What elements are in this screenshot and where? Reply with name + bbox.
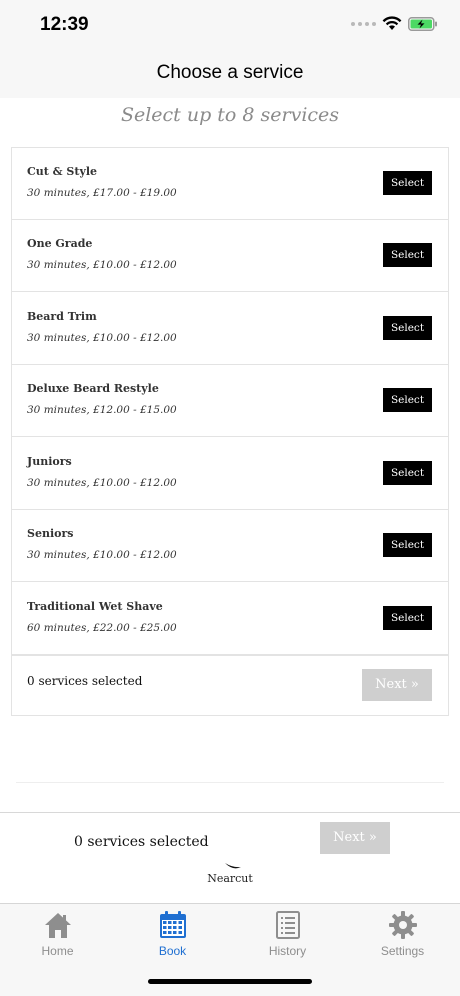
status-icons (351, 16, 438, 31)
tab-label: Book (158, 944, 187, 958)
home-icon (44, 913, 71, 938)
divider (16, 782, 444, 783)
select-service-button[interactable]: Select (383, 171, 432, 195)
next-button[interactable]: Next » (320, 822, 390, 854)
battery-charging-icon (408, 16, 437, 31)
tab-label: Settings (380, 944, 425, 958)
tab-label: Home (41, 944, 74, 958)
gear-icon (388, 911, 417, 939)
selection-summary: 0 services selected Next » (12, 655, 448, 715)
service-name: Deluxe Beard Restyle (27, 382, 159, 395)
tab-history[interactable]: History (230, 910, 345, 966)
home-indicator (148, 979, 312, 984)
next-button[interactable]: Next » (362, 669, 432, 701)
service-name: Seniors (27, 527, 74, 540)
history-list-icon (275, 911, 300, 939)
wifi-icon (382, 16, 402, 30)
service-name: Traditional Wet Shave (27, 600, 163, 613)
service-duration-price: 30 minutes, £12.00 - £15.00 (27, 404, 177, 416)
page-title: Choose a service (156, 62, 304, 83)
select-service-button[interactable]: Select (383, 461, 432, 485)
service-item-seniors: Seniors 30 minutes, £10.00 - £12.00 Sele… (12, 510, 448, 582)
brand-name: Nearcut (207, 872, 253, 885)
service-name: Cut & Style (27, 165, 98, 178)
service-duration-price: 60 minutes, £22.00 - £25.00 (27, 622, 177, 634)
selected-count: 0 services selected (74, 834, 209, 850)
service-item-cut-and-style: Cut & Style 30 minutes, £17.00 - £19.00 … (12, 148, 448, 220)
service-item-juniors: Juniors 30 minutes, £10.00 - £12.00 Sele… (12, 438, 448, 510)
navigation-bar: Choose a service (0, 50, 460, 98)
status-bar: 12:39 (0, 0, 460, 50)
selected-count: 0 services selected (27, 674, 143, 688)
brand-logo-icon (225, 863, 241, 869)
service-duration-price: 30 minutes, £10.00 - £12.00 (27, 259, 177, 271)
calendar-icon (159, 911, 186, 938)
services-list: Cut & Style 30 minutes, £17.00 - £19.00 … (11, 147, 449, 716)
tab-home[interactable]: Home (0, 910, 115, 966)
service-name: One Grade (27, 237, 93, 250)
service-duration-price: 30 minutes, £17.00 - £19.00 (27, 187, 177, 199)
cellular-dots-icon (351, 21, 376, 26)
select-service-button[interactable]: Select (383, 243, 432, 267)
service-limit-hint: Select up to 8 services (120, 104, 340, 126)
select-service-button[interactable]: Select (383, 316, 432, 340)
service-name: Beard Trim (27, 310, 97, 323)
tab-settings[interactable]: Settings (345, 910, 460, 966)
service-item-deluxe-beard-restyle: Deluxe Beard Restyle 30 minutes, £12.00 … (12, 365, 448, 437)
service-item-one-grade: One Grade 30 minutes, £10.00 - £12.00 Se… (12, 220, 448, 292)
service-name: Juniors (27, 455, 72, 468)
service-duration-price: 30 minutes, £10.00 - £12.00 (27, 477, 177, 489)
service-duration-price: 30 minutes, £10.00 - £12.00 (27, 549, 177, 561)
select-service-button[interactable]: Select (383, 606, 432, 630)
tab-book[interactable]: Book (115, 910, 230, 966)
select-service-button[interactable]: Select (383, 388, 432, 412)
service-duration-price: 30 minutes, £10.00 - £12.00 (27, 332, 177, 344)
service-item-beard-trim: Beard Trim 30 minutes, £10.00 - £12.00 S… (12, 293, 448, 365)
tab-label: History (268, 944, 307, 958)
select-service-button[interactable]: Select (383, 533, 432, 557)
status-time: 12:39 (40, 14, 89, 35)
service-item-traditional-wet-shave: Traditional Wet Shave 60 minutes, £22.00… (12, 583, 448, 655)
